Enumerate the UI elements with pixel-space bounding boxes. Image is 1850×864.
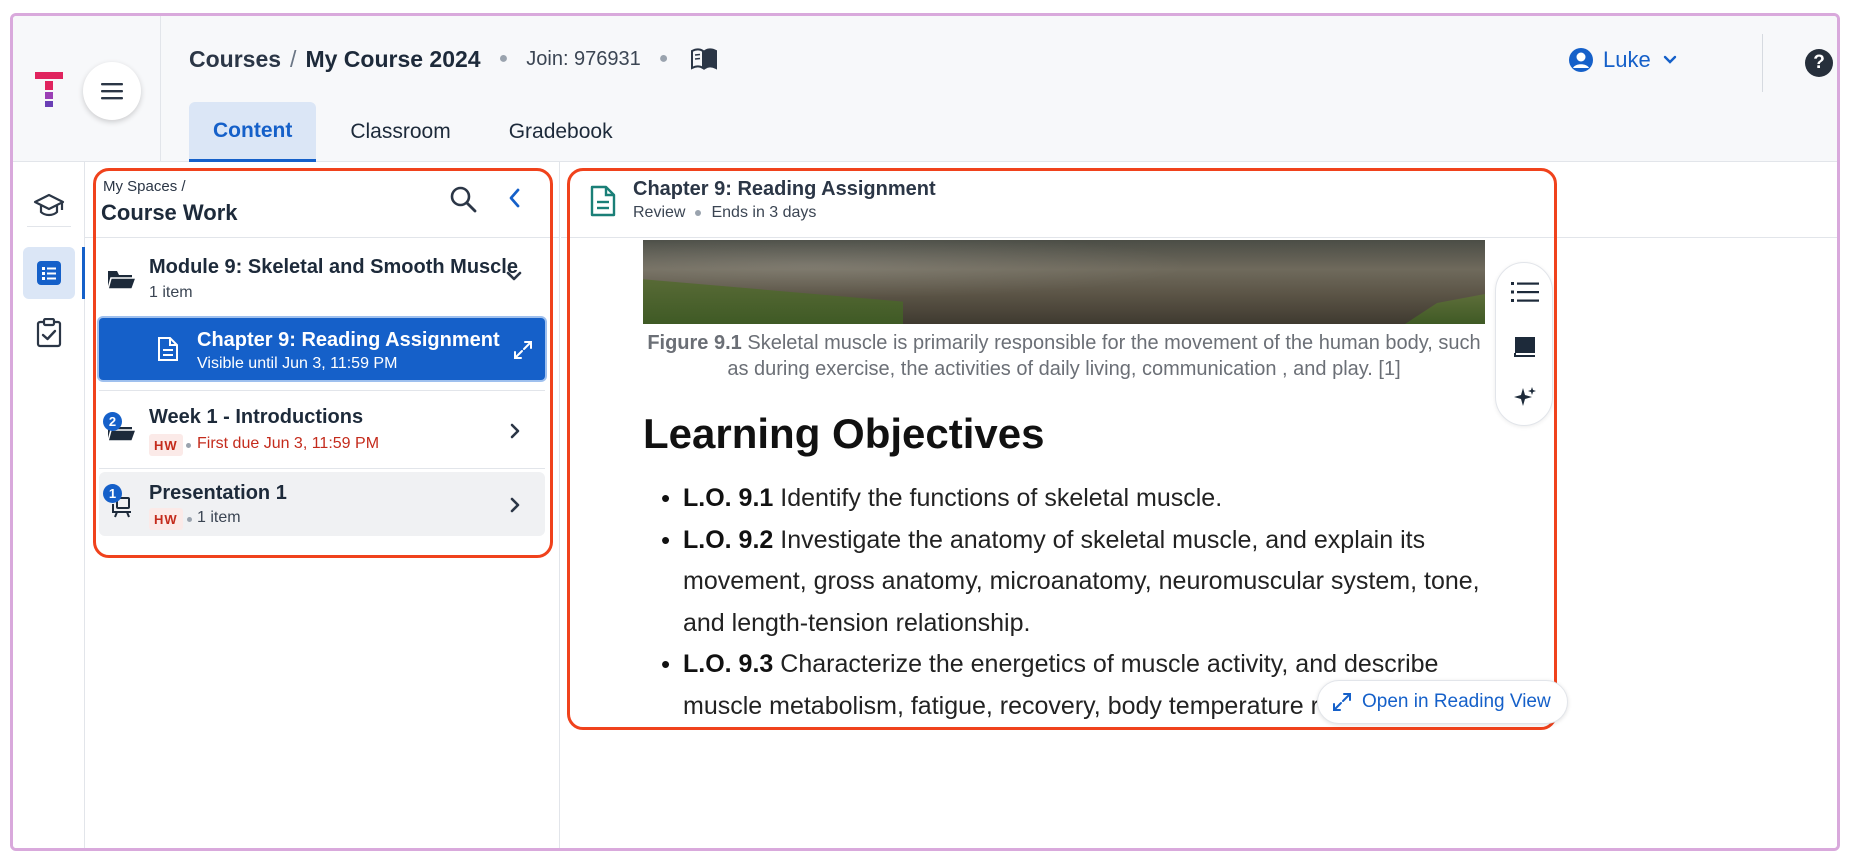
- presentation-row[interactable]: 1 Presentation 1 HW 1 item: [99, 472, 545, 536]
- figure-caption-text: Skeletal muscle is primarily responsible…: [727, 332, 1481, 380]
- sparkle-icon: [1514, 387, 1536, 406]
- homework-badge: HW: [149, 434, 183, 456]
- user-avatar-icon: [1569, 48, 1593, 72]
- clipboard-check-icon: [36, 318, 62, 348]
- breadcrumb-courses-link[interactable]: Courses: [189, 46, 281, 73]
- search-button[interactable]: [449, 185, 477, 218]
- chevron-down-icon: [506, 271, 522, 281]
- coursework-panel: My Spaces / Course Work Module 9: Skelet…: [85, 162, 560, 848]
- viewer-header: Chapter 9: Reading Assignment Review End…: [561, 162, 1837, 238]
- help-button[interactable]: ?: [1805, 49, 1833, 77]
- coursework-header: My Spaces / Course Work: [85, 162, 559, 238]
- expand-icon: [514, 341, 532, 359]
- chevron-left-icon: [509, 188, 520, 208]
- figure-caption: Figure 9.1 Skeletal muscle is primarily …: [643, 330, 1485, 382]
- document-icon: [590, 185, 616, 217]
- selected-assignment-item[interactable]: Chapter 9: Reading Assignment Visible un…: [99, 318, 545, 380]
- rail-item-assignments[interactable]: [23, 307, 75, 359]
- notebook-icon: [1514, 337, 1535, 357]
- logo-column: [13, 16, 161, 162]
- chevron-right-icon: [510, 423, 520, 439]
- item-count-badge: 1: [103, 484, 122, 503]
- list-divider: [99, 390, 545, 391]
- list-icon: [37, 261, 61, 285]
- breadcrumb-separator: /: [290, 45, 297, 72]
- expand-icon: [1333, 693, 1351, 711]
- week-title: Week 1 - Introductions: [149, 406, 364, 428]
- due-date: First due Jun 3, 11:59 PM: [197, 435, 380, 452]
- list-item: L.O. 9.2 Investigate the anatomy of skel…: [643, 520, 1503, 645]
- document-icon: [158, 337, 178, 361]
- header-divider: [1762, 34, 1763, 92]
- objective-text: Investigate the anatomy of skeletal musc…: [683, 525, 1480, 637]
- module-count: 1 item: [149, 284, 193, 301]
- dot-separator: [187, 517, 192, 522]
- rail-item-courses[interactable]: [23, 180, 75, 232]
- objective-code: L.O. 9.1: [683, 484, 774, 512]
- tab-classroom[interactable]: Classroom: [326, 102, 474, 162]
- list-divider: [99, 468, 545, 469]
- reader-toolbar: [1495, 262, 1553, 426]
- tab-content[interactable]: Content: [189, 102, 317, 162]
- viewer-title: Chapter 9: Reading Assignment: [633, 178, 936, 200]
- learning-objectives-heading: Learning Objectives: [643, 410, 1045, 457]
- course-tabs: Content Classroom Gradebook: [189, 102, 647, 162]
- rail-divider: [27, 226, 71, 227]
- assignment-status: Review: [633, 204, 686, 221]
- table-of-contents-button[interactable]: [1510, 277, 1540, 307]
- assignment-visibility: Visible until Jun 3, 11:59 PM: [197, 355, 398, 372]
- my-spaces-breadcrumb[interactable]: My Spaces /: [103, 178, 186, 195]
- assignment-title: Chapter 9: Reading Assignment: [197, 329, 500, 351]
- chevron-right-icon: [510, 497, 520, 513]
- open-book-button[interactable]: [690, 48, 718, 70]
- notebook-button[interactable]: [1510, 331, 1540, 361]
- dot-separator: ●: [658, 50, 669, 67]
- open-reading-view-label: Open in Reading View: [1362, 691, 1551, 712]
- expand-button[interactable]: [513, 340, 533, 365]
- dot-separator: [695, 210, 702, 216]
- viewer-subtitle: Review Ends in 3 days: [633, 204, 816, 222]
- left-rail: [13, 162, 85, 848]
- user-menu-button[interactable]: Luke: [1568, 42, 1677, 78]
- toc-list-icon: [1511, 282, 1539, 302]
- item-count-badge: 2: [103, 412, 122, 431]
- user-name: Luke: [1603, 47, 1651, 72]
- course-name: My Course 2024: [305, 45, 481, 72]
- top-header: Courses / My Course 2024 ● Join: 976931 …: [13, 16, 1837, 162]
- open-reading-view-button[interactable]: Open in Reading View: [1317, 680, 1568, 724]
- homework-badge: HW: [149, 508, 183, 530]
- ai-assistant-button[interactable]: [1510, 383, 1540, 413]
- open-book-icon: [691, 48, 718, 70]
- dot-separator: [186, 443, 191, 448]
- week-folder-row[interactable]: 2 Week 1 - Introductions HW First due Ju…: [85, 394, 559, 468]
- tab-gradebook[interactable]: Gradebook: [485, 102, 637, 162]
- objective-text: Identify the functions of skeletal muscl…: [780, 484, 1223, 512]
- join-code: Join: 976931: [526, 47, 641, 70]
- search-icon: [450, 186, 477, 213]
- app-window: Courses / My Course 2024 ● Join: 976931 …: [10, 13, 1840, 851]
- presentation-title: Presentation 1: [149, 482, 287, 504]
- breadcrumb: Courses / My Course 2024 ● Join: 976931 …: [189, 42, 718, 76]
- app-logo-icon: [35, 72, 63, 107]
- graduation-cap-icon: [33, 193, 65, 217]
- module-title: Module 9: Skeletal and Smooth Muscle: [149, 256, 518, 278]
- objective-code: L.O. 9.2: [683, 525, 774, 554]
- coursework-title: Course Work: [101, 200, 238, 225]
- figure-image: [643, 240, 1485, 324]
- content-viewer: Chapter 9: Reading Assignment Review End…: [561, 162, 1837, 848]
- module-row[interactable]: Module 9: Skeletal and Smooth Muscle 1 i…: [85, 240, 559, 320]
- hamburger-menu-button[interactable]: [83, 62, 141, 120]
- figure-label: Figure 9.1: [647, 332, 742, 354]
- dot-separator: ●: [498, 50, 509, 67]
- list-item: L.O. 9.1 Identify the functions of skele…: [643, 478, 1503, 520]
- collapse-panel-button[interactable]: [507, 187, 521, 214]
- menu-icon: [101, 83, 123, 100]
- open-folder-icon: [107, 271, 137, 290]
- assignment-deadline: Ends in 3 days: [711, 204, 817, 221]
- chevron-down-icon: [1663, 55, 1676, 64]
- presentation-count: 1 item: [197, 509, 241, 526]
- objective-code: L.O. 9.3: [683, 650, 774, 678]
- rail-item-coursework[interactable]: [23, 247, 75, 299]
